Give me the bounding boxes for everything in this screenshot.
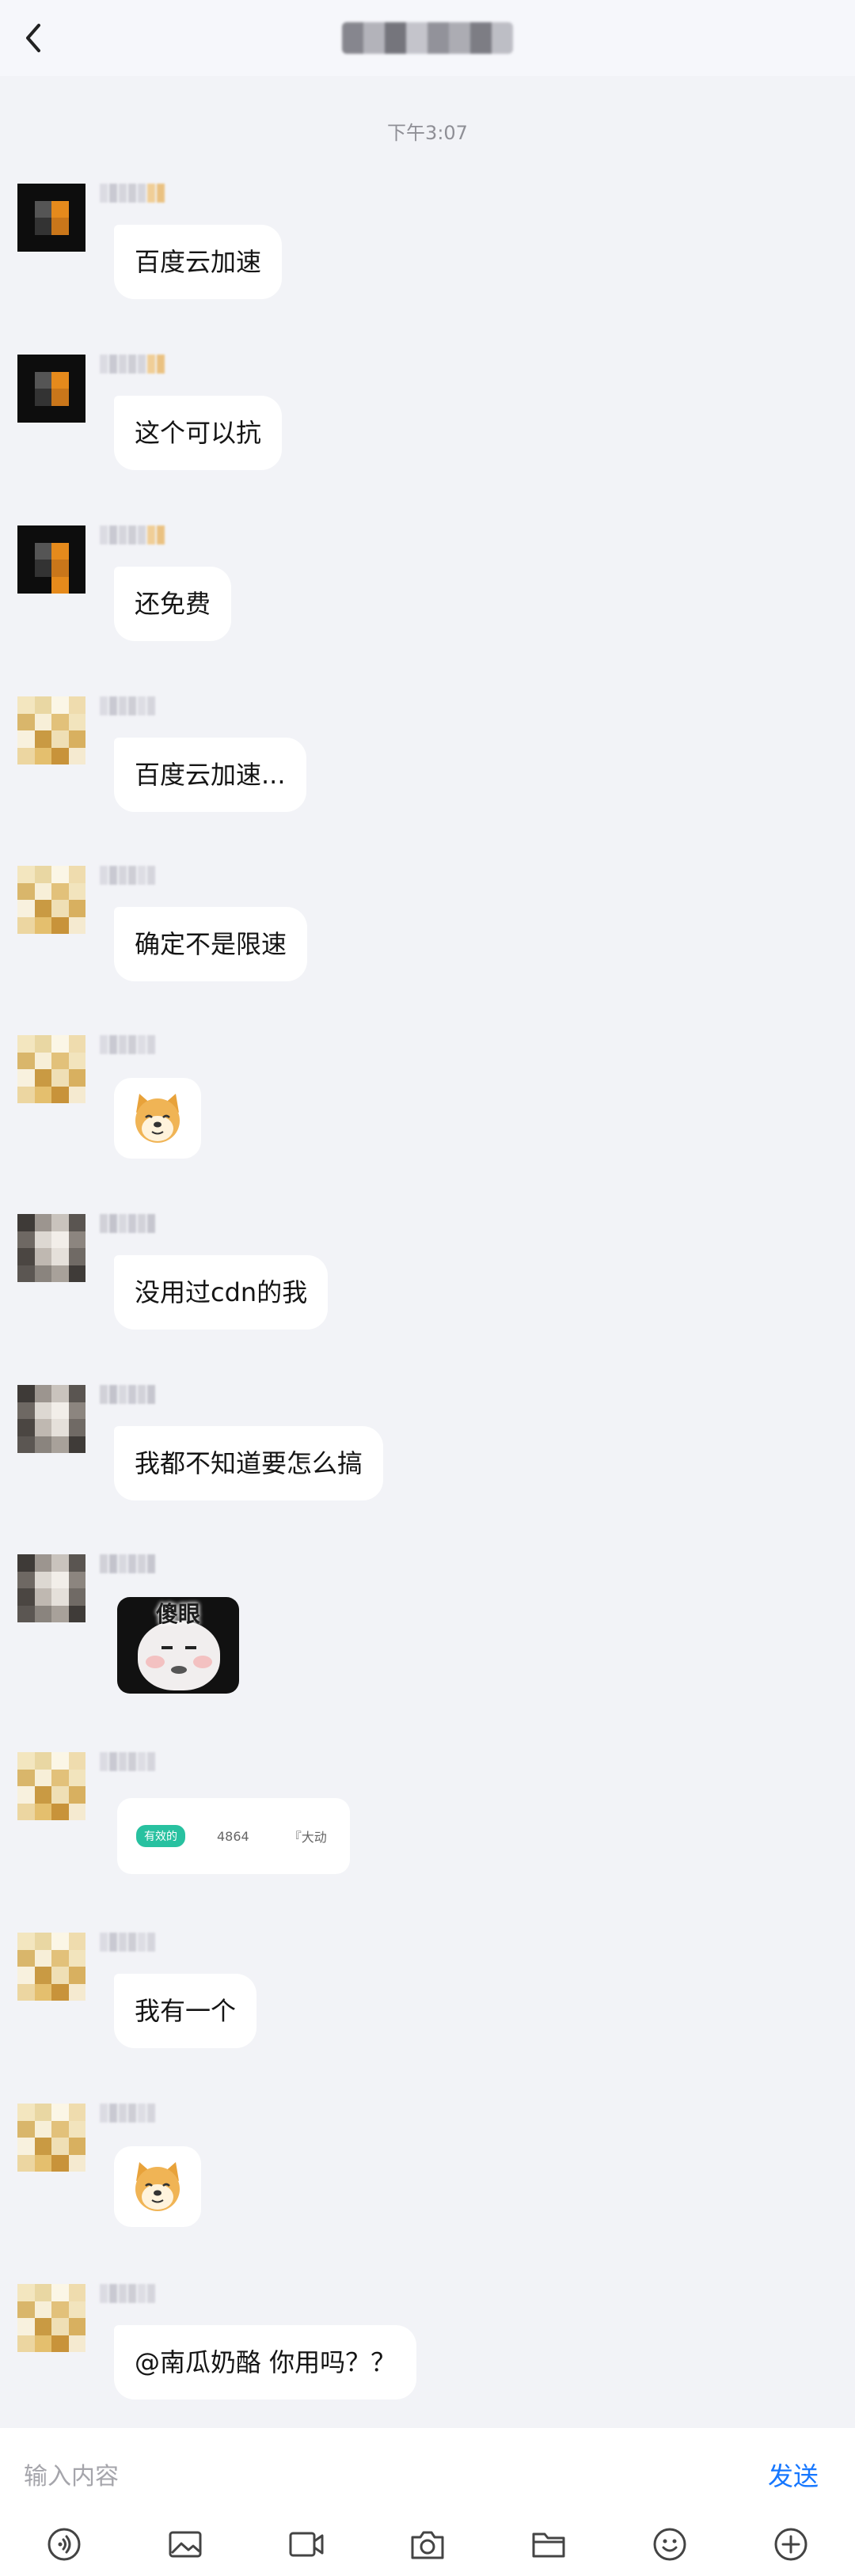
message-bubble[interactable]: 我都不知道要怎么搞 bbox=[114, 1426, 384, 1500]
video-button[interactable] bbox=[282, 2520, 331, 2569]
folder-button[interactable] bbox=[524, 2520, 573, 2569]
sender-name-redacted bbox=[100, 1752, 155, 1774]
send-button[interactable]: 发送 bbox=[768, 2456, 819, 2493]
sender-name-redacted bbox=[100, 355, 165, 377]
image-button[interactable] bbox=[161, 2520, 210, 2569]
doge-sticker-icon bbox=[135, 2162, 180, 2211]
panda-face-icon bbox=[146, 1646, 212, 1674]
card-number: 4864 bbox=[217, 1828, 249, 1844]
avatar[interactable] bbox=[17, 1385, 86, 1453]
doge-sticker-icon bbox=[135, 1094, 180, 1143]
meme-sticker[interactable]: 傻眼 bbox=[117, 1597, 239, 1694]
emoji-icon bbox=[653, 2528, 686, 2561]
message-bubble[interactable]: 还免费 bbox=[114, 567, 232, 641]
voice-icon bbox=[48, 2528, 81, 2561]
message-timestamp: 下午3:07 bbox=[387, 122, 468, 144]
avatar[interactable] bbox=[17, 866, 86, 934]
plus-icon bbox=[774, 2528, 808, 2561]
sender-name-redacted bbox=[100, 525, 165, 548]
chat-title-redacted bbox=[342, 22, 513, 54]
message-bubble[interactable]: 百度云加速... bbox=[114, 738, 306, 812]
folder-icon bbox=[532, 2532, 565, 2558]
message-bubble[interactable]: 这个可以抗 bbox=[114, 396, 283, 470]
camera-icon bbox=[411, 2531, 444, 2559]
sender-name-redacted bbox=[100, 2284, 155, 2306]
sender-name-redacted bbox=[100, 1035, 155, 1057]
avatar[interactable] bbox=[17, 1214, 86, 1282]
message-bubble[interactable]: 百度云加速 bbox=[114, 225, 283, 299]
avatar[interactable] bbox=[17, 525, 86, 594]
avatar[interactable] bbox=[17, 184, 86, 252]
avatar[interactable] bbox=[17, 2104, 86, 2172]
avatar[interactable] bbox=[17, 1554, 86, 1622]
avatar[interactable] bbox=[17, 1933, 86, 2001]
input-toolbar bbox=[0, 2520, 855, 2569]
plus-button[interactable] bbox=[766, 2520, 815, 2569]
card-tag: 有效的 bbox=[136, 1825, 185, 1847]
sender-name-redacted bbox=[100, 1933, 155, 1955]
sender-name-redacted bbox=[100, 866, 155, 888]
video-icon bbox=[289, 2532, 324, 2557]
sender-name-redacted bbox=[100, 2104, 155, 2126]
meme-caption: 傻眼 bbox=[155, 1601, 200, 1627]
message-input-bar: 输入内容 发送 bbox=[0, 2428, 855, 2576]
sticker-message[interactable] bbox=[114, 2146, 201, 2227]
chat-header bbox=[0, 0, 855, 76]
camera-button[interactable] bbox=[403, 2520, 452, 2569]
chevron-left-icon bbox=[26, 24, 40, 52]
avatar[interactable] bbox=[17, 1035, 86, 1103]
message-input[interactable]: 输入内容 bbox=[24, 2460, 705, 2494]
message-bubble[interactable]: 确定不是限速 bbox=[114, 907, 308, 981]
emoji-button[interactable] bbox=[645, 2520, 694, 2569]
sticker-message[interactable] bbox=[114, 1078, 201, 1159]
sender-name-redacted bbox=[100, 696, 155, 719]
sender-name-redacted bbox=[100, 1554, 155, 1576]
avatar[interactable] bbox=[17, 1752, 86, 1820]
sender-name-redacted bbox=[100, 184, 165, 206]
image-icon bbox=[169, 2531, 202, 2558]
sender-name-redacted bbox=[100, 1385, 155, 1407]
avatar[interactable] bbox=[17, 355, 86, 423]
avatar[interactable] bbox=[17, 2284, 86, 2352]
card-preview-text: 『大动 bbox=[288, 1830, 327, 1845]
message-bubble[interactable]: 我有一个 bbox=[114, 1974, 257, 2048]
back-button[interactable] bbox=[14, 19, 52, 57]
meme-face bbox=[138, 1621, 220, 1690]
voice-button[interactable] bbox=[40, 2520, 89, 2569]
message-bubble[interactable]: @南瓜奶酪 你用吗？？ bbox=[114, 2325, 417, 2400]
shared-card[interactable]: 有效的 4864 『大动 bbox=[117, 1798, 350, 1874]
avatar[interactable] bbox=[17, 696, 86, 764]
sender-name-redacted bbox=[100, 1214, 155, 1236]
message-bubble[interactable]: 没用过cdn的我 bbox=[114, 1255, 329, 1330]
